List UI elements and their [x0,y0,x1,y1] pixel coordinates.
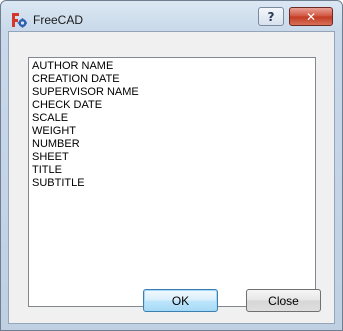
help-icon: ? [267,9,275,24]
help-button[interactable]: ? [258,7,284,26]
list-item[interactable]: TITLE [32,164,315,177]
close-button[interactable]: Close [246,289,321,312]
list-item[interactable]: CHECK DATE [32,99,315,112]
dialog-body: AUTHOR NAME CREATION DATE SUPERVISOR NAM… [8,31,335,324]
list-item[interactable]: SUBTITLE [32,177,315,190]
list-item[interactable]: CREATION DATE [32,73,315,86]
freecad-dialog: FreeCAD ? ✕ AUTHOR NAME CREATION DATE SU… [0,0,343,331]
list-item[interactable]: WEIGHT [32,125,315,138]
list-item[interactable]: SHEET [32,151,315,164]
list-item[interactable]: SCALE [32,112,315,125]
freecad-logo-icon [11,12,27,28]
field-list[interactable]: AUTHOR NAME CREATION DATE SUPERVISOR NAM… [28,57,316,307]
close-icon: ✕ [305,9,317,24]
window-title: FreeCAD [33,13,84,27]
ok-button[interactable]: OK [143,289,218,312]
list-item[interactable]: NUMBER [32,138,315,151]
list-item[interactable]: AUTHOR NAME [32,60,315,73]
list-item[interactable]: SUPERVISOR NAME [32,86,315,99]
field-list-items: AUTHOR NAME CREATION DATE SUPERVISOR NAM… [29,58,315,190]
title-bar[interactable]: FreeCAD ? ✕ [1,1,342,33]
window-close-button[interactable]: ✕ [289,7,333,26]
